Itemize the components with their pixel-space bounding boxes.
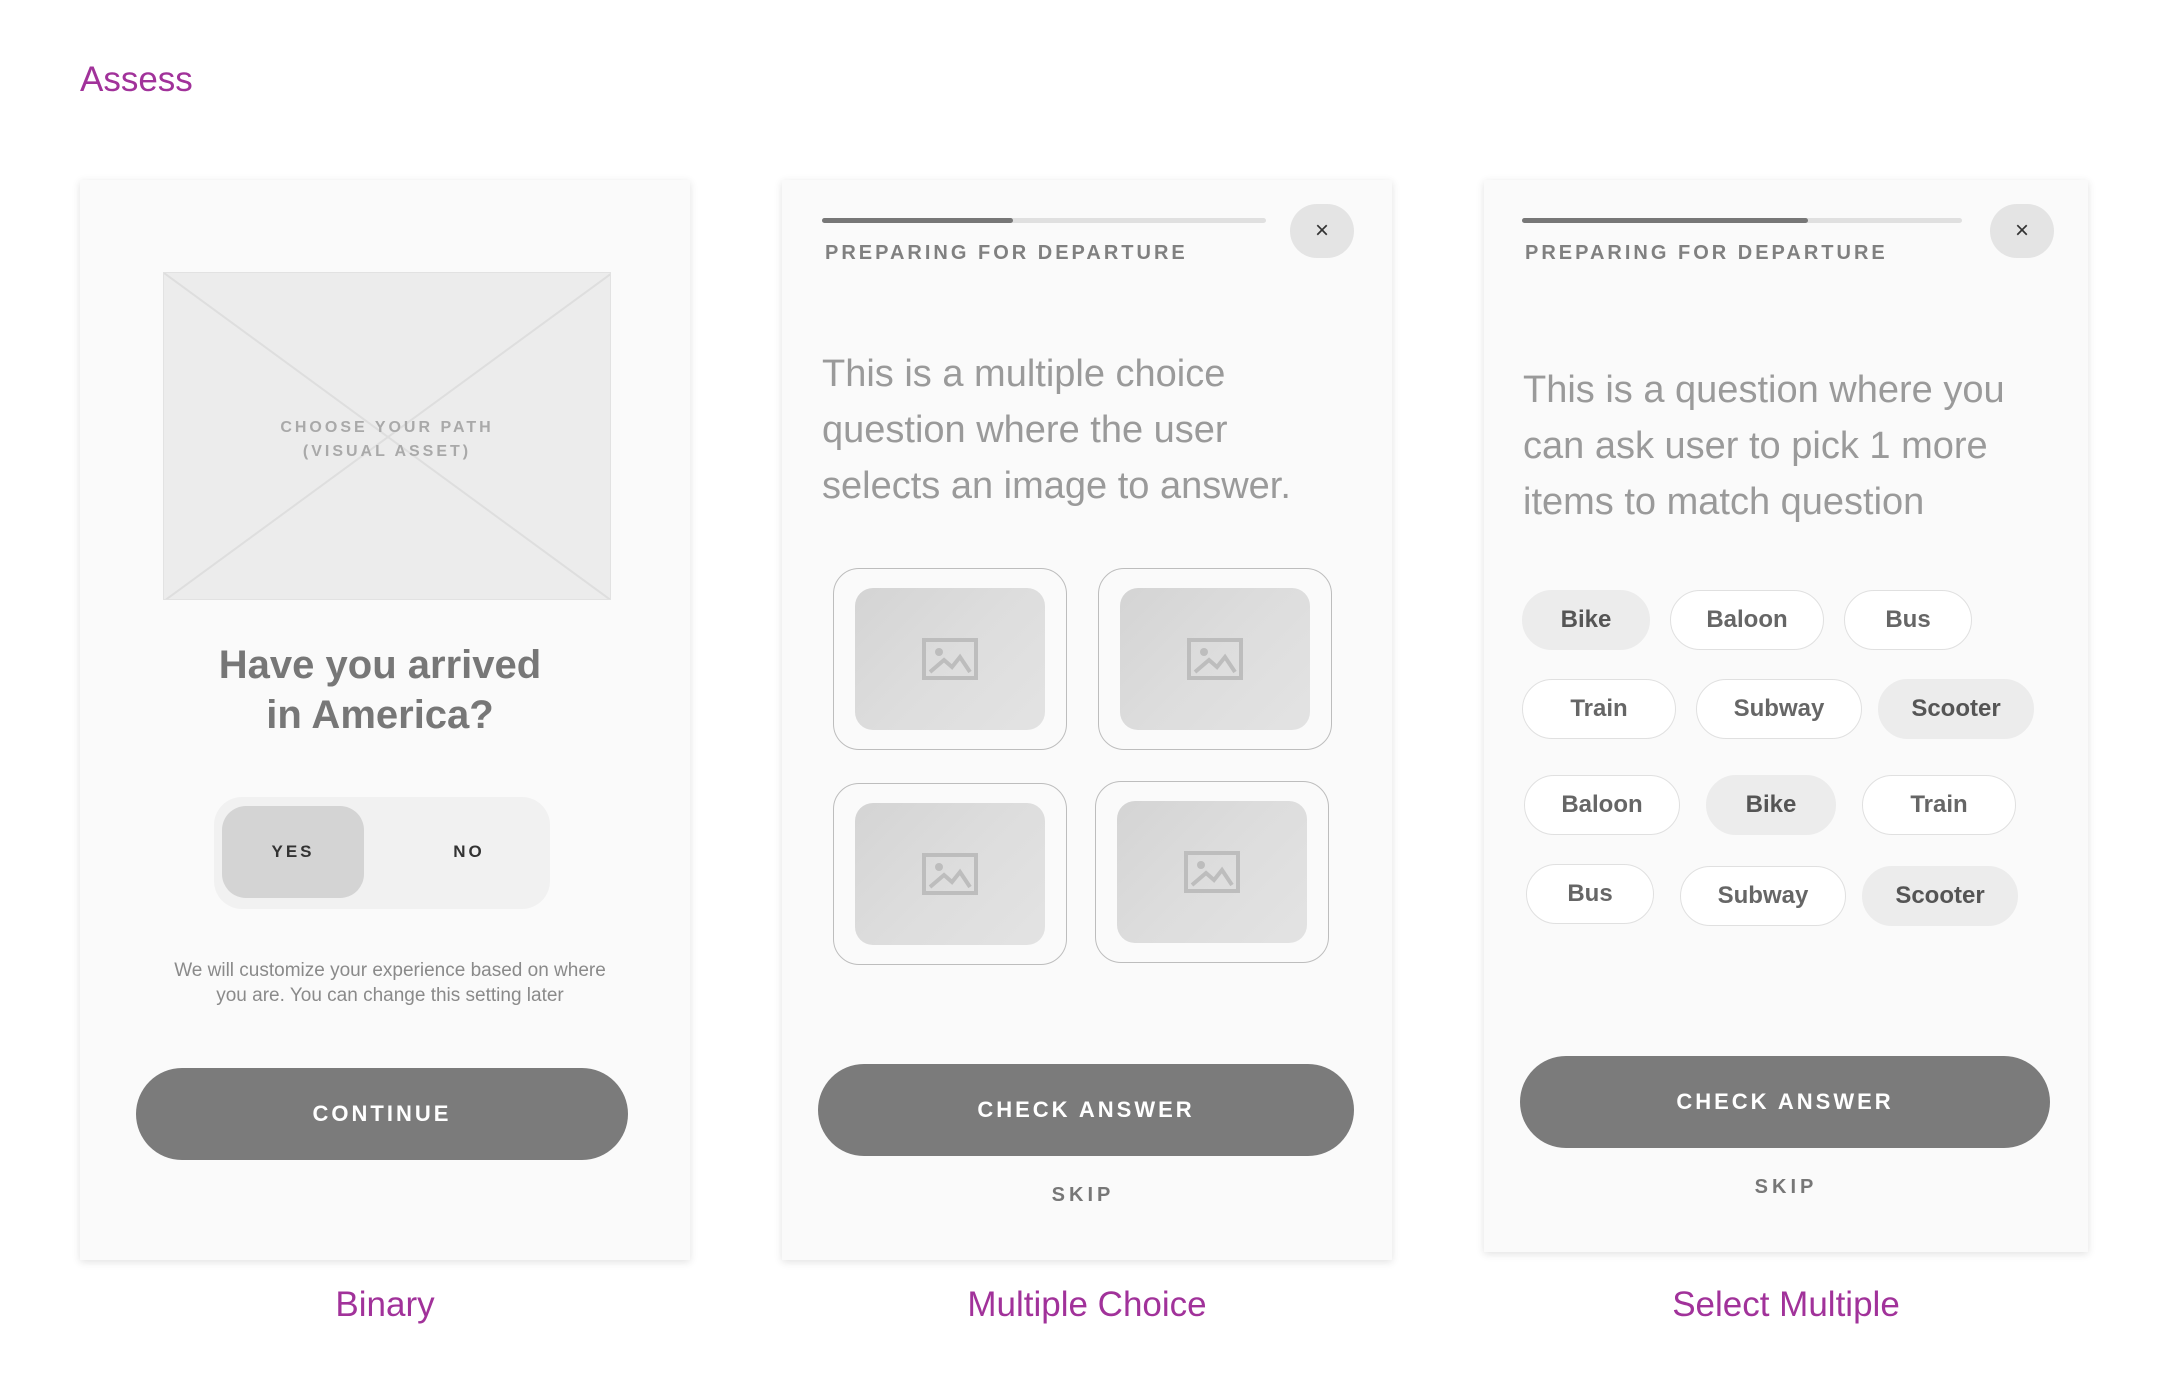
question-line2: can ask user to pick 1 more (1523, 425, 1988, 467)
image-option-4[interactable] (1095, 781, 1329, 963)
asset-caption-line1: CHOOSE YOUR PATH (280, 419, 494, 436)
skip-link[interactable]: SKIP (782, 1184, 1384, 1207)
multiple-choice-label: Multiple Choice (967, 1285, 1207, 1324)
binary-question: Have you arrived in America? (80, 640, 680, 740)
binary-label: Binary (335, 1285, 435, 1324)
helper-text-line2: you are. You can change this setting lat… (216, 985, 564, 1006)
chip-bus[interactable]: Bus (1526, 864, 1654, 924)
progress-bar (822, 218, 1266, 223)
chip-scooter[interactable]: Scooter (1878, 679, 2034, 739)
question-line1: This is a multiple choice (822, 353, 1226, 395)
section-eyebrow: PREPARING FOR DEPARTURE (1525, 242, 1888, 264)
visual-asset-placeholder: CHOOSE YOUR PATH (VISUAL ASSET) (163, 272, 611, 600)
chip-baloon[interactable]: Baloon (1524, 775, 1680, 835)
image-option-2[interactable] (1098, 568, 1332, 750)
no-button[interactable]: NO (414, 806, 524, 898)
image-placeholder (1120, 588, 1310, 730)
close-icon: × (1314, 217, 1329, 244)
image-icon (922, 638, 978, 680)
binary-card: CHOOSE YOUR PATH (VISUAL ASSET) Have you… (80, 180, 690, 1260)
image-icon (1184, 851, 1240, 893)
chip-scooter[interactable]: Scooter (1862, 866, 2018, 926)
chip-train[interactable]: Train (1862, 775, 2016, 835)
yes-no-toggle: YES NO (214, 797, 550, 909)
chip-bike[interactable]: Bike (1706, 775, 1836, 835)
progress-fill (1522, 218, 1808, 223)
question-text: This is a multiple choice question where… (822, 346, 1291, 514)
continue-button[interactable]: CONTINUE (136, 1068, 628, 1160)
chip-bus[interactable]: Bus (1844, 590, 1972, 650)
yes-button[interactable]: YES (222, 806, 364, 898)
section-title: Assess (80, 60, 193, 99)
chip-baloon[interactable]: Baloon (1670, 590, 1824, 650)
select-multiple-card: × PREPARING FOR DEPARTURE This is a ques… (1484, 180, 2088, 1252)
image-placeholder (855, 588, 1045, 730)
progress-fill (822, 218, 1013, 223)
image-icon (922, 853, 978, 895)
asset-caption: CHOOSE YOUR PATH (VISUAL ASSET) (164, 416, 610, 464)
check-answer-button[interactable]: CHECK ANSWER (818, 1064, 1354, 1156)
check-answer-button[interactable]: CHECK ANSWER (1520, 1056, 2050, 1148)
chip-subway[interactable]: Subway (1696, 679, 1862, 739)
image-placeholder (855, 803, 1045, 945)
question-line3: items to match question (1523, 481, 1925, 523)
question-line3: selects an image to answer. (822, 465, 1291, 507)
image-placeholder (1117, 801, 1307, 943)
chip-subway[interactable]: Subway (1680, 866, 1846, 926)
binary-question-line1: Have you arrived (218, 643, 542, 687)
chip-train[interactable]: Train (1522, 679, 1676, 739)
close-icon: × (2014, 217, 2029, 244)
question-line2: question where the user (822, 409, 1228, 451)
close-button[interactable]: × (1290, 204, 1354, 258)
asset-caption-line2: (VISUAL ASSET) (302, 443, 472, 460)
image-option-3[interactable] (833, 783, 1067, 965)
question-text: This is a question where you can ask use… (1523, 362, 2005, 530)
skip-link[interactable]: SKIP (1484, 1176, 2088, 1199)
progress-bar (1522, 218, 1962, 223)
image-icon (1187, 638, 1243, 680)
binary-question-line2: in America? (266, 693, 494, 737)
section-eyebrow: PREPARING FOR DEPARTURE (825, 242, 1188, 264)
multiple-choice-card: × PREPARING FOR DEPARTURE This is a mult… (782, 180, 1392, 1260)
select-multiple-label: Select Multiple (1672, 1285, 1900, 1324)
close-button[interactable]: × (1990, 204, 2054, 258)
helper-text-line1: We will customize your experience based … (174, 960, 606, 981)
chip-bike[interactable]: Bike (1522, 590, 1650, 650)
question-line1: This is a question where you (1523, 369, 2005, 411)
image-option-1[interactable] (833, 568, 1067, 750)
helper-text: We will customize your experience based … (140, 958, 640, 1008)
